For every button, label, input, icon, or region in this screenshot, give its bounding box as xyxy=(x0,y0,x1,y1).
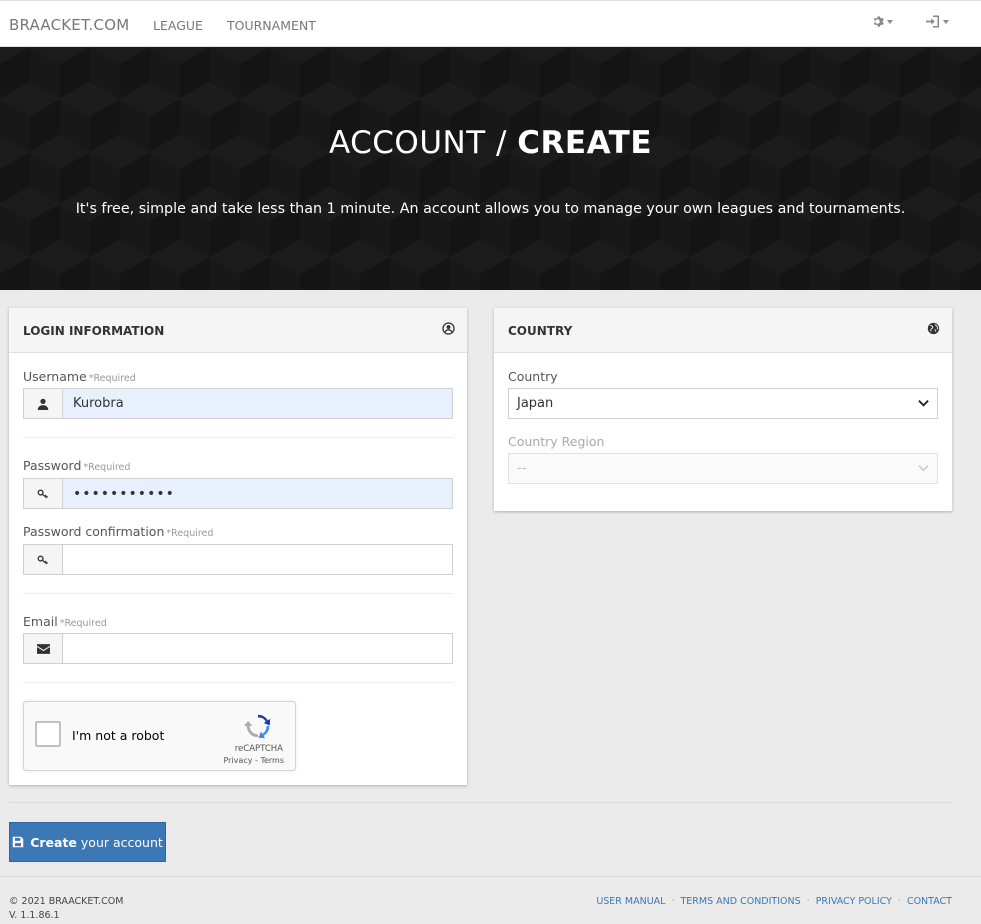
country-region-select: -- xyxy=(508,453,938,484)
email-addon xyxy=(23,633,63,664)
footer-link-user-manual[interactable]: USER MANUAL xyxy=(596,896,665,907)
password-confirmation-input[interactable] xyxy=(62,544,453,575)
chevron-down-icon xyxy=(918,465,929,472)
brand-link[interactable]: BRAACKET.COM xyxy=(9,16,129,34)
country-panel: COUNTRY Country Japan Country Region -- xyxy=(494,308,952,511)
recaptcha-label: I'm not a robot xyxy=(72,728,165,743)
nav-league-link[interactable]: LEAGUE xyxy=(153,18,203,33)
username-label: Username *Required xyxy=(23,369,136,384)
panel-title: LOGIN INFORMATION xyxy=(23,324,165,338)
username-addon xyxy=(23,388,63,419)
create-account-label: Create your account xyxy=(30,835,163,850)
email-input[interactable] xyxy=(62,633,453,664)
country-region-label: Country Region xyxy=(508,434,605,449)
nav-tournament-link[interactable]: TOURNAMENT xyxy=(227,18,316,33)
hero-subtitle: It's free, simple and take less than 1 m… xyxy=(75,201,906,217)
divider xyxy=(23,682,453,683)
username-label-text: Username xyxy=(23,369,87,384)
password-confirmation-addon xyxy=(23,544,63,575)
chevron-down-icon xyxy=(918,400,929,407)
create-account-label-bold: Create xyxy=(30,834,77,850)
password-label: Password *Required xyxy=(23,458,130,473)
globe-icon xyxy=(927,322,940,335)
page-title-light: ACCOUNT / xyxy=(328,125,518,161)
footer-link-contact[interactable]: CONTACT xyxy=(907,896,952,907)
top-navbar: BRAACKET.COM LEAGUE TOURNAMENT xyxy=(0,0,981,47)
create-account-label-rest: your account xyxy=(76,834,163,850)
required-tag: *Required xyxy=(88,373,136,384)
login-dropdown[interactable] xyxy=(926,15,949,28)
panel-title: COUNTRY xyxy=(508,324,573,338)
gear-icon xyxy=(873,16,884,27)
page-title-bold: CREATE xyxy=(517,125,653,161)
recaptcha-checkbox[interactable] xyxy=(35,721,61,747)
hero-banner: ACCOUNT / CREATE It's free, simple and t… xyxy=(0,47,981,290)
footer-link-separator: · xyxy=(806,896,810,907)
recaptcha-widget: I'm not a robot reCAPTCHA Privacy - Term… xyxy=(23,701,296,771)
save-icon xyxy=(12,836,24,848)
footer-links: USER MANUAL · TERMS AND CONDITIONS · PRI… xyxy=(596,896,952,907)
country-label: Country xyxy=(508,369,558,384)
password-input[interactable] xyxy=(62,478,453,509)
email-label: Email *Required xyxy=(23,614,107,629)
chevron-down-icon xyxy=(887,19,893,24)
footer-copyright: © 2021 BRAACKET.COM xyxy=(9,896,124,907)
recaptcha-brand: reCAPTCHA xyxy=(234,744,283,754)
required-tag: *Required xyxy=(59,618,107,629)
recaptcha-terms-link[interactable]: Terms xyxy=(260,756,284,765)
divider xyxy=(23,437,453,438)
footer-link-terms[interactable]: TERMS AND CONDITIONS xyxy=(681,896,801,907)
footer-link-privacy[interactable]: PRIVACY POLICY xyxy=(816,896,892,907)
password-label-text: Password xyxy=(23,458,82,473)
page-title: ACCOUNT / CREATE xyxy=(0,125,981,161)
footer-link-separator: · xyxy=(671,896,675,907)
password-confirmation-label-text: Password confirmation xyxy=(23,524,165,539)
login-information-panel: LOGIN INFORMATION Username*Required Pass… xyxy=(9,308,467,785)
sign-in-icon xyxy=(926,15,940,28)
panel-header: LOGIN INFORMATION xyxy=(9,308,467,353)
key-icon xyxy=(37,555,48,564)
divider xyxy=(23,593,453,594)
user-icon xyxy=(37,398,49,410)
password-addon xyxy=(23,478,63,509)
username-input[interactable] xyxy=(62,388,453,419)
create-account-button[interactable]: Create your account xyxy=(9,822,166,862)
footer-link-separator: · xyxy=(897,896,901,907)
user-circle-icon xyxy=(442,322,455,335)
recaptcha-logo-icon xyxy=(243,714,271,739)
footer-divider xyxy=(0,876,981,877)
footer-version: V. 1.1.86.1 xyxy=(9,910,60,921)
country-select-value: Japan xyxy=(517,396,554,411)
panel-header: COUNTRY xyxy=(494,308,952,353)
recaptcha-privacy-link[interactable]: Privacy xyxy=(223,756,252,765)
country-region-select-value: -- xyxy=(517,461,527,476)
recaptcha-links: Privacy - Terms xyxy=(223,756,284,765)
required-tag: *Required xyxy=(83,462,131,473)
divider xyxy=(9,802,952,803)
email-label-text: Email xyxy=(23,614,58,629)
country-select[interactable]: Japan xyxy=(508,388,938,419)
key-icon xyxy=(37,489,48,498)
settings-dropdown[interactable] xyxy=(871,15,893,28)
required-tag: *Required xyxy=(166,528,214,539)
envelope-icon xyxy=(36,643,50,654)
chevron-down-icon xyxy=(943,19,949,24)
password-confirmation-label: Password confirmation *Required xyxy=(23,524,213,539)
